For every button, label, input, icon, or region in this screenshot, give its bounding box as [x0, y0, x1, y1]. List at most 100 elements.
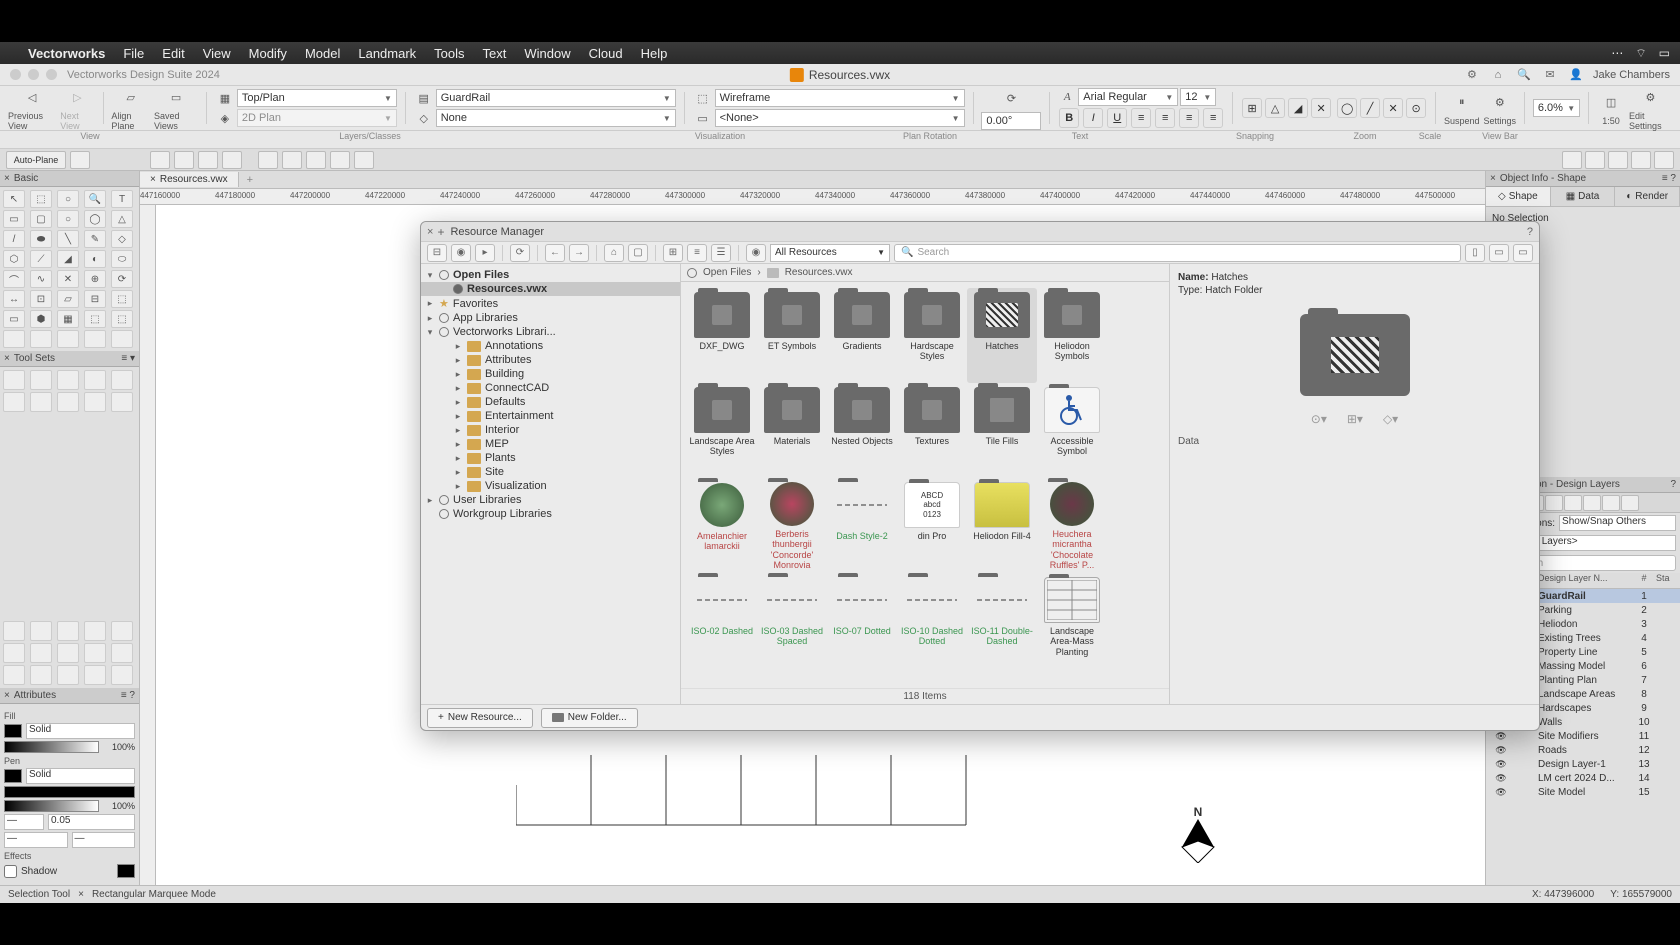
basic-tool-35[interactable]	[3, 330, 25, 348]
nav-layer-design-layer-1[interactable]: 👁Design Layer-113	[1486, 757, 1680, 771]
class-icon[interactable]: ◇	[414, 110, 434, 126]
rm-tree-vw-entertainment[interactable]: ▸Entertainment	[421, 409, 680, 423]
basic-tool-20[interactable]: ⌒	[3, 270, 25, 288]
basic-tool-16[interactable]: ⟋	[30, 250, 52, 268]
rm-new-resource-button[interactable]: +New Resource...	[427, 708, 533, 728]
fill-type-select[interactable]: Solid	[26, 723, 135, 739]
nav-filter-select[interactable]: <All Layers>	[1519, 535, 1676, 551]
basic-tool-27[interactable]: ▱	[57, 290, 79, 308]
traffic-close[interactable]	[10, 69, 21, 80]
menu-file[interactable]: File	[123, 46, 144, 61]
basic-tool-36[interactable]	[30, 330, 52, 348]
toolset-btn-2[interactable]	[57, 621, 79, 641]
rm-item-berberis-thunbergii-concorde-monrovia[interactable]: Berberis thunbergii 'Concorde' Monrovia	[757, 478, 827, 573]
rm-tree-app-libraries[interactable]: ▸App Libraries	[421, 311, 680, 325]
rm-fwd-button[interactable]: →	[569, 244, 589, 262]
toolset-btn-6[interactable]	[30, 643, 52, 663]
nav-tab-8[interactable]	[1621, 495, 1639, 511]
rm-item-landscape-area-mass-planting[interactable]: Landscape Area-Mass Planting	[1037, 573, 1107, 668]
toolset-tool-2[interactable]	[57, 370, 79, 390]
basic-tool-13[interactable]: ✎	[84, 230, 106, 248]
app-name[interactable]: Vectorworks	[28, 46, 105, 61]
rm-list-view[interactable]: ≡	[687, 244, 707, 262]
rm-tree-favorites[interactable]: ▸★Favorites	[421, 296, 680, 311]
basic-tool-15[interactable]: ⬡	[3, 250, 25, 268]
font-size-select[interactable]: 12▼	[1180, 88, 1216, 106]
rm-tree-vw-mep[interactable]: ▸MEP	[421, 437, 680, 451]
mode-opt-2[interactable]	[282, 151, 302, 169]
toolset-btn-13[interactable]	[84, 665, 106, 685]
menubar-battery-icon[interactable]: ▭	[1659, 46, 1670, 60]
nav-tab-refs[interactable]	[1583, 495, 1601, 511]
rm-tree-vw-defaults[interactable]: ▸Defaults	[421, 395, 680, 409]
nav-layer-options-select[interactable]: Show/Snap Others	[1559, 515, 1676, 531]
oip-tab-shape[interactable]: ◇Shape	[1486, 187, 1551, 206]
menu-modify[interactable]: Modify	[249, 46, 287, 61]
basic-tool-19[interactable]: ⬭	[111, 250, 133, 268]
snap-off-icon[interactable]: ✕	[1311, 98, 1331, 118]
toolset-btn-4[interactable]	[111, 621, 133, 641]
autoplane-button[interactable]: Auto-Plane	[6, 151, 66, 169]
italic-button[interactable]: I	[1083, 108, 1103, 128]
basic-tool-3[interactable]: 🔍	[84, 190, 106, 208]
saved-views-button[interactable]: ▭Saved Views	[154, 86, 198, 131]
basic-tool-6[interactable]: ▢	[30, 210, 52, 228]
snap-smartpt-icon[interactable]: ◢	[1288, 98, 1308, 118]
rm-pv-icon-3[interactable]: ◇▾	[1383, 412, 1398, 426]
oip-tab-render[interactable]: ◐Render	[1615, 187, 1680, 206]
fill-opacity-value[interactable]: 100%	[103, 742, 135, 752]
toolset-tool-3[interactable]	[84, 370, 106, 390]
basic-tool-21[interactable]: ∿	[30, 270, 52, 288]
snap-edge-icon[interactable]: ╱	[1360, 98, 1380, 118]
rm-tree-workgroup-libraries[interactable]: Workgroup Libraries	[421, 507, 680, 521]
menubar-wifi-icon[interactable]: ⌔	[1635, 46, 1646, 61]
menu-text[interactable]: Text	[483, 46, 507, 61]
traffic-min[interactable]	[28, 69, 39, 80]
class-select[interactable]: None▼	[436, 109, 676, 127]
view-select[interactable]: Top/Plan▼	[237, 89, 397, 107]
rm-tree-vw-annotations[interactable]: ▸Annotations	[421, 339, 680, 353]
nav-layer-site-modifiers[interactable]: 👁Site Modifiers11	[1486, 729, 1680, 743]
basic-palette-header[interactable]: ×Basic	[0, 171, 139, 187]
nav-tab-viewports[interactable]	[1545, 495, 1563, 511]
pen-opacity-slider[interactable]	[4, 800, 99, 812]
view-mode-1[interactable]	[1562, 151, 1582, 169]
toolset-btn-0[interactable]	[3, 621, 25, 641]
rm-filter-select[interactable]: All Resources▼	[770, 244, 890, 262]
mode-sel-3[interactable]	[198, 151, 218, 169]
basic-tool-24[interactable]: ⟳	[111, 270, 133, 288]
menu-window[interactable]: Window	[524, 46, 570, 61]
rm-tree-resources[interactable]: Resources.vwx	[421, 282, 680, 296]
view-mode-5[interactable]	[1654, 151, 1674, 169]
view-mode-2[interactable]	[1585, 151, 1605, 169]
menubar-more-icon[interactable]: ⋯	[1611, 46, 1623, 60]
rm-home-button[interactable]: ⌂	[604, 244, 624, 262]
rm-item-iso-11-double-dashed[interactable]: ISO-11 Double-Dashed	[967, 573, 1037, 668]
render2-icon[interactable]: ▭	[693, 110, 713, 126]
basic-tool-28[interactable]: ⊟	[84, 290, 106, 308]
basic-tool-14[interactable]: ◇	[111, 230, 133, 248]
rm-folder-heliodon-symbols[interactable]: Heliodon Symbols	[1037, 288, 1107, 383]
basic-tool-10[interactable]: /	[3, 230, 25, 248]
snap-grid-icon[interactable]: ⊞	[1242, 98, 1262, 118]
toolset-tool-0[interactable]	[3, 370, 25, 390]
layer-select[interactable]: GuardRail▼	[436, 89, 676, 107]
render-icon[interactable]: ⬚	[693, 90, 713, 106]
rm-preview-toggle-3[interactable]: ▭	[1513, 244, 1533, 262]
toolset-tool-9[interactable]	[111, 392, 133, 412]
line-style-select[interactable]: —	[4, 814, 44, 830]
basic-tool-37[interactable]	[57, 330, 79, 348]
fill-opacity-slider[interactable]	[4, 741, 99, 753]
rm-item-iso-03-dashed-spaced[interactable]: ISO-03 Dashed Spaced	[757, 573, 827, 668]
rm-folder-gradients[interactable]: Gradients	[827, 288, 897, 383]
layer-icon[interactable]: ▤	[414, 90, 434, 106]
rm-tree-toggle[interactable]: ⊟	[427, 244, 447, 262]
mode-sel-1[interactable]	[150, 151, 170, 169]
marker-end[interactable]: —	[72, 832, 136, 848]
rm-add-button[interactable]: +	[437, 225, 444, 239]
pen-opacity-value[interactable]: 100%	[103, 801, 135, 811]
basic-tool-8[interactable]: ◯	[84, 210, 106, 228]
menu-edit[interactable]: Edit	[162, 46, 184, 61]
home-icon[interactable]: ⌂	[1489, 66, 1507, 84]
rm-folder-hardscape-styles[interactable]: Hardscape Styles	[897, 288, 967, 383]
